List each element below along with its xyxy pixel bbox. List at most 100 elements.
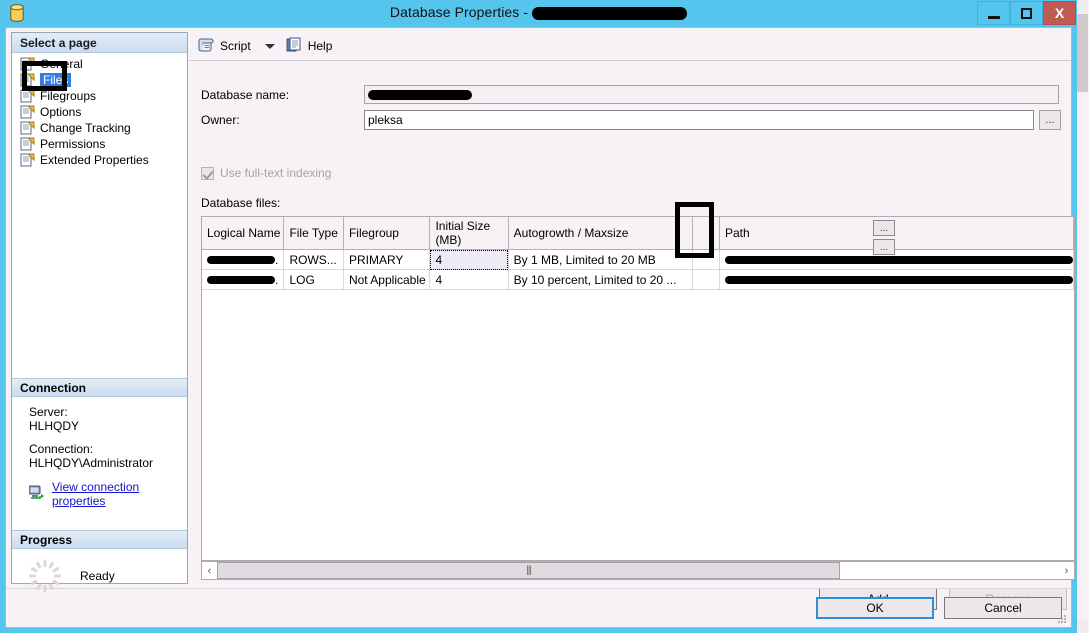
view-connection-properties-link[interactable]: View connection properties	[52, 480, 187, 508]
owner-browse-button[interactable]: ...	[1039, 110, 1061, 130]
cell-initial-size[interactable]: 4	[429, 269, 509, 290]
col-filegroup[interactable]: Filegroup	[343, 217, 431, 250]
background-scrollbar-thumb[interactable]	[1076, 14, 1088, 92]
path-browse-button-row2[interactable]: ...	[873, 239, 895, 255]
database-files-grid[interactable]: Logical Name File Type Filegroup Initial…	[201, 216, 1075, 561]
maximize-button[interactable]	[1010, 1, 1043, 25]
database-name-field	[364, 85, 1059, 104]
page-icon	[20, 105, 35, 119]
sidebar-item-options[interactable]: Options	[16, 104, 187, 120]
help-label: Help	[307, 39, 333, 53]
owner-row: Owner: pleksa ...	[201, 110, 1086, 130]
sidebar-item-label: Options	[40, 105, 82, 119]
minimize-button[interactable]	[977, 1, 1010, 25]
connection-body: Server: HLHQDY Connection: HLHQDY\Admini…	[12, 397, 187, 514]
connection-section: Connection Server: HLHQDY Connection: HL…	[12, 378, 187, 514]
page-icon	[20, 137, 35, 151]
cell-filegroup[interactable]: Not Applicable	[343, 269, 431, 290]
path-browse-column: ... ...	[865, 217, 902, 255]
progress-section: Progress Ready	[12, 530, 187, 593]
dialog-footer-buttons: OK Cancel	[816, 597, 1062, 619]
cell-file-type[interactable]: ROWS...	[283, 249, 344, 270]
window-title-text: Database Properties -	[389, 4, 533, 20]
close-button[interactable]: X	[1043, 1, 1076, 25]
chevron-down-icon[interactable]	[264, 43, 275, 49]
sidebar-item-change-tracking[interactable]: Change Tracking	[16, 120, 187, 136]
title-bar[interactable]: Database Properties - X	[0, 0, 1077, 27]
table-row[interactable]: . ROWS... PRIMARY 4 By 1 MB, Limited to …	[202, 249, 1074, 270]
logical-name-redaction	[207, 256, 275, 265]
sidebar-item-permissions[interactable]: Permissions	[16, 136, 187, 152]
annotation-box-path-browse	[675, 202, 714, 258]
path-browse-button-row1[interactable]: ...	[873, 220, 895, 236]
script-scroll-icon	[198, 37, 215, 56]
script-label: Script	[220, 39, 251, 53]
ok-button[interactable]: OK	[816, 597, 934, 619]
col-file-type[interactable]: File Type	[283, 217, 344, 250]
cell-initial-size[interactable]: 4	[429, 249, 509, 270]
database-properties-window: Database Properties - X Select a page Ge…	[0, 0, 1077, 633]
database-name-row: Database name:	[201, 85, 1061, 104]
table-header-row: Logical Name File Type Filegroup Initial…	[202, 217, 1074, 250]
page-icon	[20, 121, 35, 135]
owner-input[interactable]: pleksa	[364, 110, 1034, 130]
cell-logical-name[interactable]: .	[202, 249, 285, 270]
screen: Database Properties - X Select a page Ge…	[0, 0, 1089, 633]
scroll-right-arrow-icon[interactable]: ›	[1059, 562, 1074, 579]
background-scrollbar-down[interactable]	[1076, 620, 1088, 633]
cell-browse-spacer	[692, 269, 720, 290]
scrollbar-thumb[interactable]: |||	[217, 562, 841, 579]
sidebar-item-label: Permissions	[40, 137, 106, 151]
page-icon	[20, 153, 35, 167]
cell-logical-name[interactable]: .	[202, 269, 285, 290]
col-autogrowth[interactable]: Autogrowth / Maxsize	[508, 217, 693, 250]
script-button[interactable]: Script	[194, 35, 255, 58]
sidebar-item-extended-properties[interactable]: Extended Properties	[16, 152, 187, 168]
progress-header: Progress	[12, 530, 187, 549]
cell-path[interactable]	[719, 269, 1074, 290]
database-name-label: Database name:	[201, 87, 290, 102]
cell-filegroup[interactable]: PRIMARY	[343, 249, 431, 270]
files-table: Logical Name File Type Filegroup Initial…	[202, 217, 1074, 290]
close-icon: X	[1054, 5, 1065, 21]
server-connection-icon	[28, 485, 46, 503]
select-a-page-header: Select a page	[12, 33, 187, 53]
sidebar-item-label: Extended Properties	[40, 153, 149, 167]
left-pane: Select a page General Files Filegroups O…	[11, 32, 188, 592]
help-button[interactable]: Help	[282, 35, 337, 58]
server-value: HLHQDY	[29, 419, 80, 433]
footer-separator	[6, 588, 1071, 589]
view-connection-properties-row[interactable]: View connection properties	[28, 480, 187, 508]
cell-autogrowth[interactable]: By 10 percent, Limited to 20 ...	[508, 269, 693, 290]
scroll-left-arrow-icon[interactable]: ‹	[202, 562, 217, 579]
cancel-button[interactable]: Cancel	[944, 597, 1062, 619]
resize-grip-icon[interactable]	[1056, 613, 1068, 625]
fulltext-checkbox	[201, 166, 214, 180]
grid-horizontal-scrollbar[interactable]: ‹ ||| ›	[201, 561, 1075, 580]
database-name-redaction	[368, 89, 472, 100]
cell-autogrowth[interactable]: By 1 MB, Limited to 20 MB	[508, 249, 693, 270]
sidebar-item-label: Change Tracking	[40, 121, 131, 135]
connection-value: HLHQDY\Administrator	[29, 456, 154, 470]
table-row[interactable]: . LOG Not Applicable 4 By 10 percent, Li…	[202, 269, 1074, 290]
cell-file-type[interactable]: LOG	[283, 269, 344, 290]
server-label: Server:	[29, 405, 68, 419]
window-title-redaction	[532, 6, 688, 20]
connection-header: Connection	[12, 378, 187, 397]
progress-status: Ready	[80, 569, 115, 583]
window-controls: X	[977, 1, 1076, 25]
help-book-icon	[286, 37, 303, 56]
scrollbar-track[interactable]: |||	[217, 562, 1059, 579]
path-redaction	[724, 256, 1073, 265]
page-icon	[20, 89, 35, 103]
files-page-content: Database name: Owner: pleksa ... Use ful…	[189, 61, 1075, 627]
path-redaction	[724, 276, 1073, 285]
window-title: Database Properties -	[0, 4, 1077, 20]
col-initial-size[interactable]: Initial Size (MB)	[429, 217, 509, 250]
scrollbar-grip-icon: |||	[526, 565, 532, 576]
background-scrollbar-up[interactable]	[1076, 0, 1088, 13]
owner-label: Owner:	[201, 113, 240, 127]
col-logical-name[interactable]: Logical Name	[202, 217, 285, 250]
database-files-label: Database files:	[201, 196, 281, 210]
dialog-client-area: Select a page General Files Filegroups O…	[5, 27, 1075, 628]
